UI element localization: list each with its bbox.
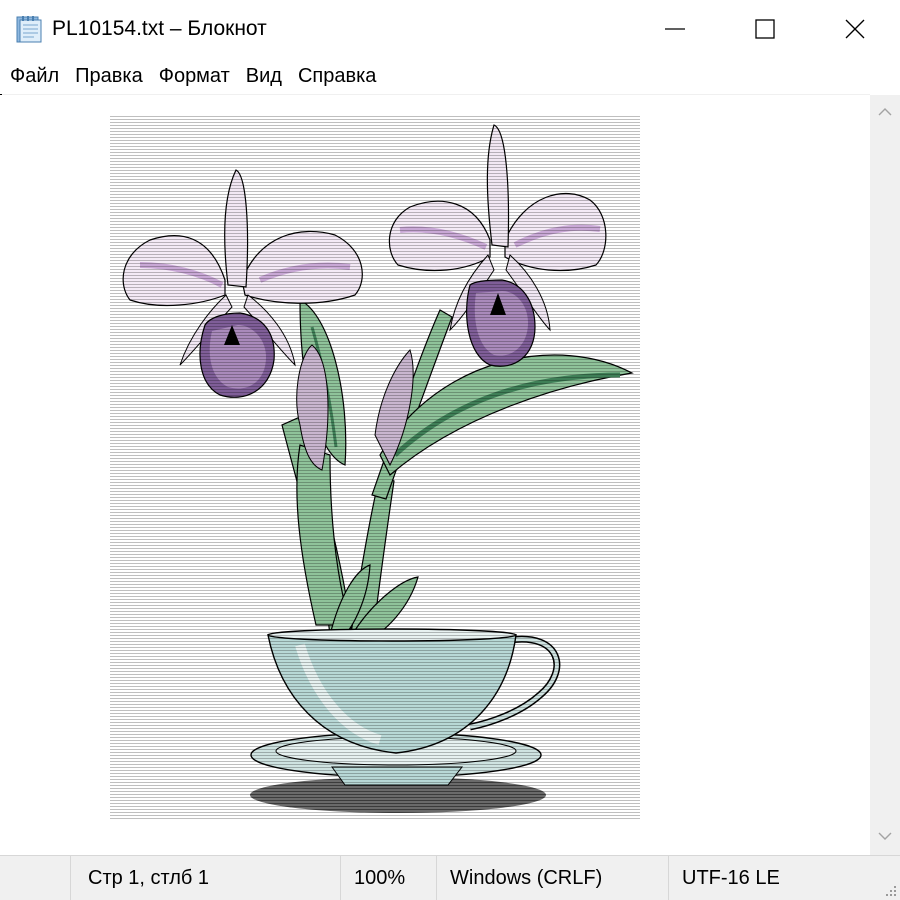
scroll-up-button[interactable]	[870, 95, 900, 131]
maximize-icon	[754, 18, 776, 40]
status-line-endings: Windows (CRLF)	[450, 867, 603, 889]
orchid-teacup-illustration	[110, 115, 640, 820]
resize-grip-icon[interactable]	[880, 880, 898, 898]
title-bar[interactable]: PL10154.txt – Блокнот	[0, 0, 900, 58]
chevron-up-icon	[877, 104, 893, 122]
menu-view[interactable]: Вид	[238, 61, 290, 91]
status-separator	[70, 856, 71, 900]
minimize-icon	[664, 18, 686, 40]
minimize-button[interactable]	[630, 0, 720, 58]
window-title: PL10154.txt – Блокнот	[52, 17, 267, 40]
menu-bar: Файл Правка Формат Вид Справка	[0, 58, 900, 94]
status-bar: Стр 1, стлб 1 100% Windows (CRLF) UTF-16…	[0, 855, 900, 900]
status-cursor-position: Стр 1, стлб 1	[88, 867, 210, 889]
status-separator	[340, 856, 341, 900]
status-separator	[668, 856, 669, 900]
vertical-scrollbar[interactable]	[870, 95, 900, 855]
menu-format[interactable]: Формат	[151, 61, 238, 91]
menu-help[interactable]: Справка	[290, 61, 384, 91]
menu-file[interactable]: Файл	[2, 61, 67, 91]
close-button[interactable]	[810, 0, 900, 58]
maximize-button[interactable]	[720, 0, 810, 58]
status-zoom: 100%	[354, 867, 406, 889]
close-icon	[844, 18, 866, 40]
notepad-icon	[14, 14, 44, 44]
menu-edit[interactable]: Правка	[67, 61, 151, 91]
status-encoding: UTF-16 LE	[682, 867, 780, 889]
status-separator	[436, 856, 437, 900]
chevron-down-icon	[877, 828, 893, 846]
text-editor[interactable]	[0, 95, 870, 855]
scroll-down-button[interactable]	[870, 819, 900, 855]
